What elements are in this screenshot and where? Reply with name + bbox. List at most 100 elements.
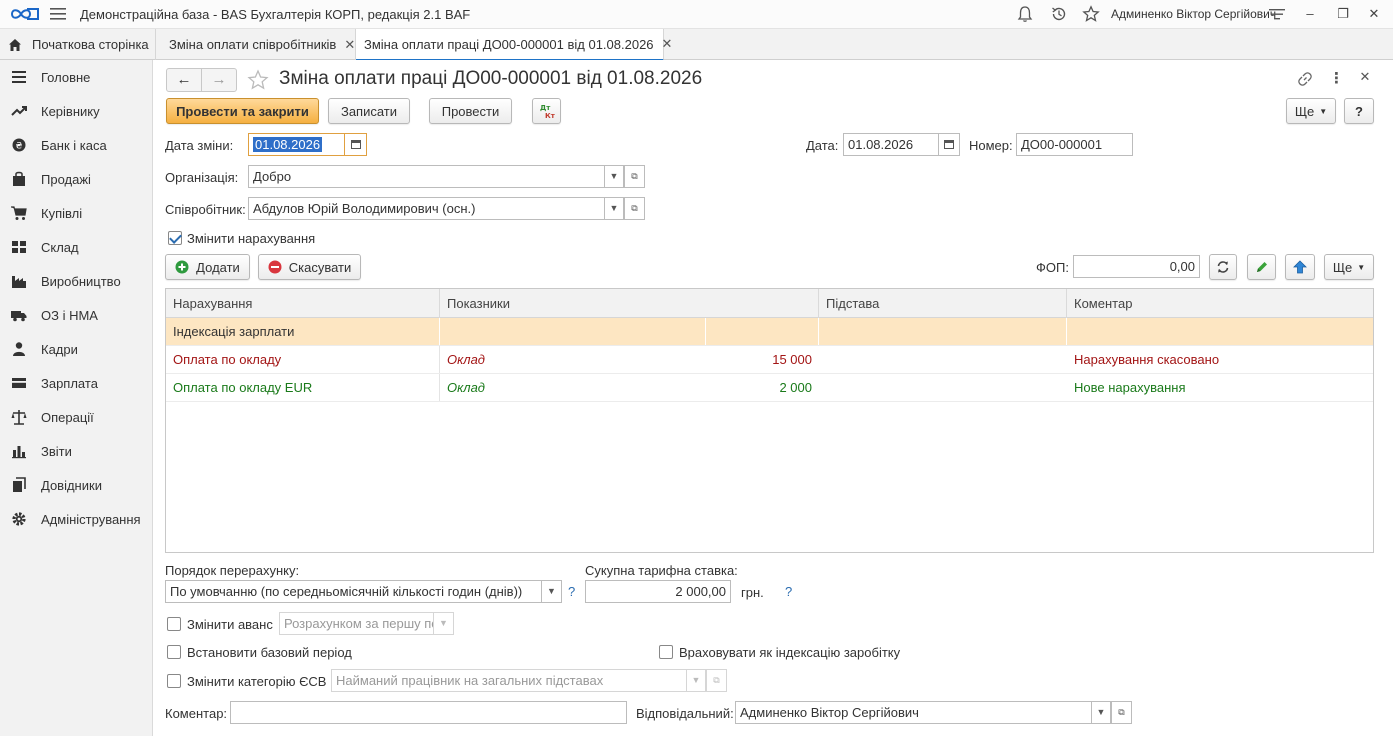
- change-date-input[interactable]: 01.08.2026: [248, 133, 345, 156]
- link-icon[interactable]: [1297, 71, 1313, 87]
- change-esv-checkbox[interactable]: [167, 674, 181, 688]
- add-accrual-button[interactable]: Додати: [165, 254, 250, 280]
- cart-icon: [11, 206, 27, 220]
- column-header-indicators[interactable]: Показники: [440, 289, 819, 318]
- dropdown-arrow-icon[interactable]: ▼: [1091, 701, 1111, 724]
- sidebar-item-label: Головне: [41, 69, 91, 85]
- sidebar-item-production[interactable]: Виробництво: [0, 267, 153, 295]
- tab-home[interactable]: Початкова сторінка: [0, 29, 156, 60]
- recalc-help-icon[interactable]: ?: [568, 584, 575, 599]
- sidebar-item-manager[interactable]: Керівнику: [0, 97, 153, 125]
- advance-method-input[interactable]: Розрахунком за першу пол: [279, 612, 434, 635]
- history-icon[interactable]: [1050, 5, 1068, 23]
- table-row[interactable]: Оплата по окладу Оклад 15 000 Нарахуванн…: [166, 346, 1373, 374]
- more-actions-icon[interactable]: ⋮: [1329, 69, 1344, 87]
- favorites-star-icon[interactable]: [1082, 5, 1100, 23]
- sidebar-item-label: Керівнику: [41, 103, 100, 119]
- sidebar-item-label: Довідники: [41, 477, 102, 493]
- move-up-button[interactable]: [1285, 254, 1315, 280]
- close-tab-icon[interactable]: ✕: [662, 36, 673, 52]
- close-form-icon[interactable]: ✕: [1357, 69, 1373, 87]
- recalc-input[interactable]: По умовчанню (по середньомісячній кілько…: [165, 580, 542, 603]
- post-and-close-button[interactable]: Провести та закрити: [166, 98, 319, 124]
- indexation-checkbox[interactable]: [659, 645, 673, 659]
- calendar-icon[interactable]: [344, 133, 367, 156]
- sidebar-item-reports[interactable]: Звіти: [0, 437, 153, 465]
- comment-input[interactable]: [230, 701, 627, 724]
- responsible-input[interactable]: Админенко Віктор Сергійович: [735, 701, 1092, 724]
- edit-button[interactable]: [1247, 254, 1276, 280]
- dropdown-arrow-icon[interactable]: ▼: [604, 197, 624, 220]
- calendar-icon[interactable]: [938, 133, 960, 156]
- app-logo-icon[interactable]: [10, 6, 40, 22]
- save-button[interactable]: Записати: [328, 98, 410, 124]
- sidebar-item-administration[interactable]: Адміністрування: [0, 505, 153, 533]
- tariff-help-icon[interactable]: ?: [785, 584, 792, 599]
- favorite-star-icon[interactable]: [247, 69, 269, 91]
- dropdown-arrow-icon[interactable]: ▼: [686, 669, 706, 692]
- column-header-basis[interactable]: Підстава: [819, 289, 1067, 318]
- back-button[interactable]: ←: [166, 68, 202, 92]
- sidebar-item-bank[interactable]: ₴ Банк і каса: [0, 131, 153, 159]
- open-link-icon[interactable]: ⧉: [624, 165, 645, 188]
- esv-category-input[interactable]: Найманий працівник на загальних підстава…: [331, 669, 687, 692]
- window-title: Демонстраційна база - BAS Бухгалтерія КО…: [80, 7, 471, 22]
- cancel-accrual-button[interactable]: Скасувати: [258, 254, 361, 280]
- sidebar-item-salary[interactable]: Зарплата: [0, 369, 153, 397]
- dropdown-arrow-icon[interactable]: ▼: [433, 612, 454, 635]
- cell-value: [706, 318, 819, 345]
- settings-lines-icon[interactable]: [1268, 5, 1286, 23]
- column-header-accrual[interactable]: Нарахування: [166, 289, 440, 318]
- sidebar-item-warehouse[interactable]: Склад: [0, 233, 153, 261]
- sidebar-item-hr[interactable]: Кадри: [0, 335, 153, 363]
- help-button[interactable]: ?: [1344, 98, 1374, 124]
- svg-text:₴: ₴: [16, 142, 23, 152]
- close-window-button[interactable]: ✕: [1363, 4, 1385, 24]
- open-link-icon[interactable]: ⧉: [706, 669, 727, 692]
- current-user[interactable]: Админенко Віктор Сергійович: [1111, 7, 1276, 21]
- dropdown-arrow-icon[interactable]: ▼: [604, 165, 624, 188]
- cell-indicator: Оклад: [447, 352, 485, 367]
- tab-salary-changes[interactable]: Зміна оплати співробітників ✕: [156, 29, 356, 60]
- accounting-entries-button[interactable]: Дт Кт: [532, 98, 561, 124]
- accrual-more-button[interactable]: Ще ▼: [1324, 254, 1374, 280]
- post-button[interactable]: Провести: [429, 98, 512, 124]
- employee-input[interactable]: Абдулов Юрій Володимирович (осн.): [248, 197, 605, 220]
- arrow-up-icon: [1293, 260, 1307, 274]
- refresh-button[interactable]: [1209, 254, 1237, 280]
- table-row[interactable]: Індексація зарплати: [166, 318, 1373, 346]
- column-header-comment[interactable]: Коментар: [1067, 289, 1373, 318]
- sidebar-item-catalogs[interactable]: Довідники: [0, 471, 153, 499]
- tab-current-document[interactable]: Зміна оплати праці ДО00-000001 від 01.08…: [356, 29, 672, 61]
- sidebar-item-purchases[interactable]: Купівлі: [0, 199, 153, 227]
- more-button[interactable]: Ще ▼: [1286, 98, 1336, 124]
- base-period-checkbox[interactable]: [167, 645, 181, 659]
- change-date-value: 01.08.2026: [253, 137, 323, 152]
- number-input[interactable]: ДО00-000001: [1016, 133, 1133, 156]
- coin-icon: ₴: [12, 138, 26, 152]
- forward-button[interactable]: →: [201, 68, 237, 92]
- close-tab-icon[interactable]: ✕: [344, 37, 355, 53]
- restore-button[interactable]: ❐: [1332, 4, 1354, 24]
- fop-input[interactable]: 0,00: [1073, 255, 1200, 278]
- sidebar-item-sales[interactable]: Продажі: [0, 165, 153, 193]
- date-input[interactable]: 01.08.2026: [843, 133, 939, 156]
- minimize-button[interactable]: –: [1299, 4, 1321, 24]
- sidebar-item-operations[interactable]: Операції: [0, 403, 153, 431]
- sidebar-item-fixed-assets[interactable]: ОЗ і НМА: [0, 301, 153, 329]
- cell-indicator: Оклад: [447, 380, 485, 395]
- table-row[interactable]: Оплата по окладу EUR Оклад 2 000 Нове на…: [166, 374, 1373, 402]
- open-link-icon[interactable]: ⧉: [1111, 701, 1132, 724]
- sidebar-item-main[interactable]: Головне: [0, 63, 153, 91]
- sidebar-item-label: Операції: [41, 409, 94, 425]
- bell-icon[interactable]: [1016, 5, 1034, 23]
- tariff-input[interactable]: 2 000,00: [585, 580, 731, 603]
- cell-basis: [819, 346, 1067, 373]
- change-accruals-checkbox[interactable]: [168, 231, 182, 245]
- organization-input[interactable]: Добро: [248, 165, 605, 188]
- open-link-icon[interactable]: ⧉: [624, 197, 645, 220]
- add-icon: [175, 260, 189, 274]
- main-menu-icon[interactable]: [50, 7, 66, 21]
- dropdown-arrow-icon[interactable]: ▼: [541, 580, 562, 603]
- change-advance-checkbox[interactable]: [167, 617, 181, 631]
